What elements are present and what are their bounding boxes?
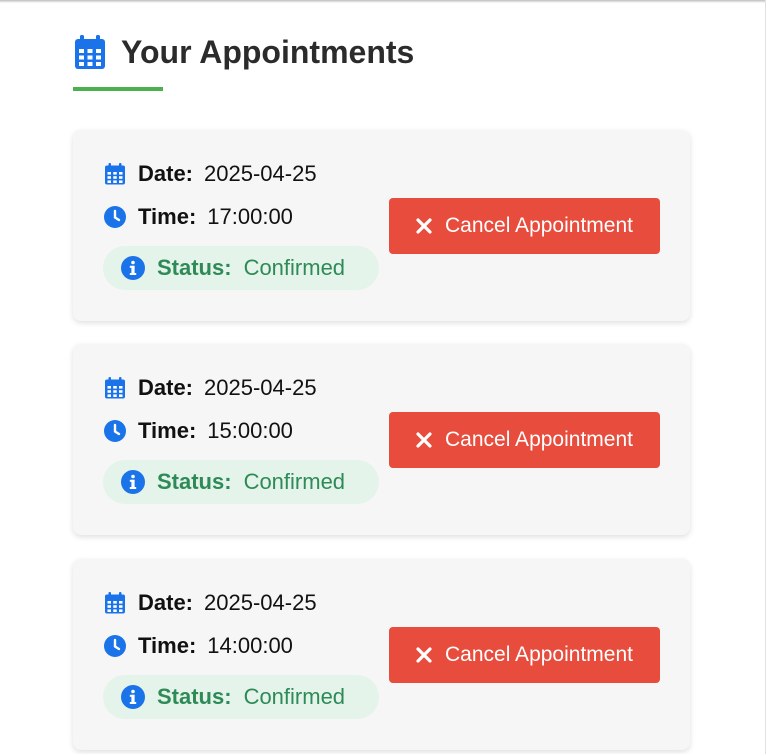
cancel-appointment-button[interactable]: Cancel Appointment: [389, 412, 660, 468]
date-label: Date:: [138, 590, 194, 615]
status-badge: Status: Confirmed: [103, 460, 379, 504]
info-icon: [121, 470, 145, 494]
clock-icon: [104, 635, 126, 657]
close-icon: [416, 432, 432, 448]
time-row: Time: 17:00:00: [104, 204, 293, 230]
date-label: Date:: [138, 375, 194, 400]
date-row: Date: 2025-04-25: [104, 161, 317, 187]
clock-icon: [104, 206, 126, 228]
date-value: 2025-04-25: [204, 375, 317, 400]
status-label: Status:: [157, 684, 232, 709]
time-value: 17:00:00: [207, 204, 293, 229]
status-badge: Status: Confirmed: [103, 675, 379, 719]
cancel-button-label: Cancel Appointment: [445, 643, 633, 666]
close-icon: [416, 218, 432, 234]
appointment-card: Date: 2025-04-25 Time: 14:00:00 Status: …: [73, 559, 690, 750]
status-label: Status:: [157, 469, 232, 494]
page-title: Your Appointments: [121, 34, 415, 70]
calendar-icon: [105, 377, 125, 399]
cancel-appointment-button[interactable]: Cancel Appointment: [389, 627, 660, 683]
appointment-card: Date: 2025-04-25 Time: 15:00:00 Status: …: [73, 344, 690, 535]
info-icon: [121, 685, 145, 709]
cancel-appointment-button[interactable]: Cancel Appointment: [389, 198, 660, 254]
time-label: Time:: [138, 633, 197, 658]
calendar-icon: [105, 592, 125, 614]
time-row: Time: 14:00:00: [104, 633, 293, 659]
date-value: 2025-04-25: [204, 590, 317, 615]
date-row: Date: 2025-04-25: [104, 590, 317, 616]
close-icon: [416, 647, 432, 663]
date-value: 2025-04-25: [204, 161, 317, 186]
clock-icon: [104, 420, 126, 442]
time-value: 14:00:00: [207, 633, 293, 658]
status-value: Confirmed: [243, 469, 346, 494]
page-header: Your Appointments: [73, 32, 414, 72]
status-badge: Status: Confirmed: [103, 246, 379, 290]
date-label: Date:: [138, 161, 194, 186]
time-label: Time:: [138, 418, 197, 443]
status-value: Confirmed: [243, 255, 346, 280]
calendar-icon: [105, 163, 125, 185]
status-label: Status:: [157, 255, 232, 280]
info-icon: [121, 256, 145, 280]
cancel-button-label: Cancel Appointment: [445, 214, 633, 237]
status-value: Confirmed: [243, 684, 346, 709]
date-row: Date: 2025-04-25: [104, 375, 317, 401]
calendar-icon: [75, 35, 105, 69]
title-underline: [73, 87, 163, 91]
top-shadow: [0, 0, 766, 3]
appointment-card: Date: 2025-04-25 Time: 17:00:00 Status: …: [73, 130, 690, 321]
time-row: Time: 15:00:00: [104, 418, 293, 444]
time-value: 15:00:00: [207, 418, 293, 443]
cancel-button-label: Cancel Appointment: [445, 428, 633, 451]
time-label: Time:: [138, 204, 197, 229]
